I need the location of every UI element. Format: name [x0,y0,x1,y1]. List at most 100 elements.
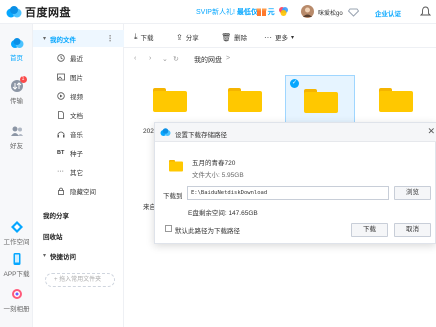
download-path-dialog: 设置下载存储路径 ✕ 五月的青春720 文件大小: 5.95GB 下载到 E:\… [154,122,436,244]
download-to-label: 下载到 [163,193,183,200]
default-path-checkbox[interactable] [165,225,172,232]
download-confirm-button[interactable]: 下载 [351,223,388,237]
download-path-input[interactable]: E:\BaiduNetdiskDownload [187,186,389,200]
album-icon [11,289,22,299]
back-arrow-icon[interactable]: ‹ [134,55,136,62]
app-logo[interactable]: 百度网盘 [6,4,71,20]
breadcrumb-separator: > [226,55,231,62]
image-icon [57,73,65,80]
sidebar-label-my-share: 我的分享 [43,212,69,220]
cancel-button[interactable]: 取消 [394,223,431,237]
download-icon: ⤓ [134,32,138,41]
default-path-label[interactable]: 默认此路径为下载路径 [175,225,240,235]
forward-arrow-icon[interactable]: › [149,55,151,62]
share-label: 分享 [185,35,199,42]
quick-access-drop-zone[interactable]: + 拖入常用文件夹 [45,273,115,287]
enterprise-cert-link[interactable]: 企业认证 [375,8,401,18]
share-icon: ⇪ [176,32,183,42]
more-options-icon[interactable]: ⋮ [106,34,114,43]
rail-item-app-download[interactable]: APP下载 [0,252,33,278]
rail-label-friends: 好友 [10,143,23,150]
sidebar-label-hidden-space: 隐藏空间 [70,188,96,196]
close-icon[interactable]: ✕ [427,126,435,137]
sidebar-item-music[interactable]: 音乐 [33,125,124,142]
sidebar-label-documents: 文档 [70,112,83,120]
sidebar-label-quick-access: 快捷访问 [50,253,77,261]
rail-item-home[interactable]: 首页 [0,36,33,62]
browse-button[interactable]: 浏览 [394,186,431,200]
chevron-down-icon: ▾ [43,253,47,259]
friends-icon [10,126,23,136]
more-button[interactable]: ··· 更多 ▾ [264,32,295,43]
sidebar-item-quick-access[interactable]: ▾ 快捷访问 [33,247,124,264]
folder-item[interactable] [361,75,431,125]
delete-button[interactable]: 🗑 删除 [221,32,247,43]
left-rail: 首页 1 传输 好友 工作空间 APP下载 一刻相册 [0,24,33,327]
sidebar-item-recent[interactable]: 最近 [33,49,124,66]
chevron-down-icon: ▾ [43,36,47,42]
rail-label-app-download: APP下载 [3,271,30,278]
folder-icon [304,89,338,113]
chevron-down-icon[interactable]: ⌄ [162,55,168,63]
sidebar-label-my-files: 我的文件 [50,36,77,44]
rail-item-friends[interactable]: 好友 [0,124,33,150]
user-avatar[interactable] [301,5,314,18]
diamond-vip-icon[interactable] [348,6,359,17]
home-cloud-icon [10,38,23,48]
rail-label-album: 一刻相册 [3,306,30,313]
baidu-cloud-logo-icon [160,128,171,136]
sidebar-item-documents[interactable]: 文档 [33,106,124,123]
dialog-file-size: 文件大小: 5.95GB [192,172,244,179]
folder-icon [153,88,187,112]
dialog-header: 设置下载存储路径 ✕ [155,123,436,142]
dots-icon: ··· [57,167,64,175]
sidebar-label-recent: 最近 [70,55,83,63]
sidebar-label-other: 其它 [70,169,83,177]
dialog-file-name: 五月的青春720 [192,160,236,167]
file-toolbar: ⤓ 下载 ⇪ 分享 🗑 删除 ··· 更多 ▾ [124,24,436,48]
folder-item-selected[interactable]: ✓ [285,75,355,125]
rail-label-transfer: 传输 [10,98,23,105]
sidebar-label-music: 音乐 [70,131,83,139]
folder-item[interactable] [135,75,205,125]
sidebar-item-images[interactable]: 图片 [33,68,124,85]
baidu-cloud-logo-icon [6,6,22,18]
bell-icon[interactable] [420,6,431,17]
checkmark-icon[interactable]: ✓ [290,79,299,88]
sidebar-item-torrents[interactable]: BT 种子 [33,144,124,161]
sidebar-item-videos[interactable]: 视频 [33,87,124,104]
share-button[interactable]: ⇪ 分享 [176,32,199,43]
transfer-badge: 1 [19,76,27,83]
phone-icon [13,253,20,265]
rail-item-transfer[interactable]: 1 传输 [0,76,33,105]
document-icon [58,110,64,119]
sidebar-item-recycle-bin[interactable]: 回收站 [33,227,124,244]
username[interactable]: 咪爱松go [318,8,343,17]
rail-item-album[interactable]: 一刻相册 [0,287,33,313]
workspace-icon [10,221,23,233]
clock-icon [57,53,65,62]
sidebar-item-hidden-space[interactable]: 隐藏空间 [33,182,124,199]
rail-item-workspace[interactable]: 工作空间 [0,220,33,246]
breadcrumb-root[interactable]: 我的网盘 [194,55,222,65]
file-name-partial: 202 [143,128,154,135]
refresh-icon[interactable]: ↻ [173,55,179,63]
sidebar-label-videos: 视频 [70,93,83,101]
folder-icon [379,88,413,112]
sidebar-item-other[interactable]: ··· 其它 [33,163,124,180]
chevron-down-icon: ▾ [291,34,295,41]
colorful-app-icon[interactable] [278,6,289,17]
folder-item[interactable] [210,75,280,125]
folder-icon [169,160,183,172]
download-button[interactable]: ⤓ 下载 [134,32,154,42]
lock-icon [58,187,64,195]
sidebar-label-torrents: 种子 [70,150,83,158]
sidebar-item-my-files[interactable]: ▾ 我的文件 ⋮ [33,30,124,47]
sidebar-item-my-share[interactable]: 我的分享 [33,206,124,223]
bt-icon: BT [57,149,65,156]
gift-icon[interactable] [256,6,267,17]
trash-icon: 🗑 [221,32,232,42]
top-header: 百度网盘 SVIP新人礼! 最低仅17 元 咪爱松go 企业认证 [0,0,436,24]
dots-icon: ··· [264,32,272,42]
headphones-icon [57,131,65,137]
